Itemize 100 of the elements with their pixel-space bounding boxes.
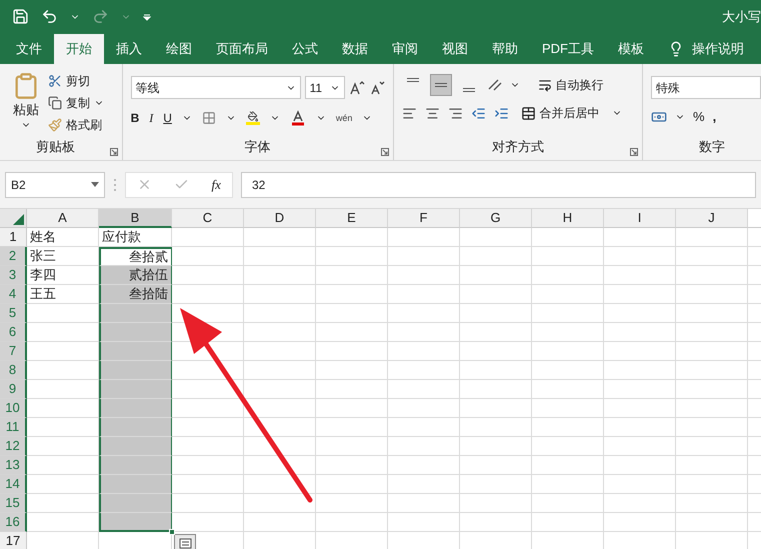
table-cell[interactable]: 张三 bbox=[27, 247, 99, 266]
underline-button[interactable]: U bbox=[163, 109, 172, 127]
table-cell[interactable] bbox=[99, 323, 172, 342]
ribbon-tab[interactable]: 数据 bbox=[330, 34, 380, 64]
lines-icon bbox=[434, 83, 447, 87]
font-name-dropdown[interactable]: 等线 bbox=[130, 76, 301, 99]
ribbon-tab[interactable]: 页面布局 bbox=[204, 34, 280, 64]
table-cell[interactable]: 贰拾伍 bbox=[99, 266, 172, 285]
row-header[interactable]: 15 bbox=[0, 494, 27, 513]
paste-options-icon[interactable] bbox=[174, 534, 196, 549]
align-left-icon[interactable] bbox=[402, 106, 417, 120]
column-header[interactable]: J bbox=[676, 209, 748, 228]
align-right-icon[interactable] bbox=[448, 106, 463, 120]
name-box[interactable]: B2 bbox=[5, 172, 105, 198]
ribbon-tab[interactable]: 文件 bbox=[4, 34, 54, 64]
row-header[interactable]: 4 bbox=[0, 285, 27, 304]
align-center-icon[interactable] bbox=[424, 106, 440, 120]
group-label: 对齐方式 bbox=[492, 138, 544, 156]
column-header[interactable]: I bbox=[604, 209, 676, 228]
insert-function-button[interactable]: fx bbox=[212, 174, 221, 194]
table-cell[interactable] bbox=[99, 304, 172, 323]
row-header[interactable]: 14 bbox=[0, 475, 27, 494]
table-cell[interactable] bbox=[99, 437, 172, 456]
italic-button[interactable]: I bbox=[149, 109, 154, 127]
column-header[interactable]: F bbox=[388, 209, 460, 228]
row-header[interactable]: 9 bbox=[0, 380, 27, 399]
column-header[interactable]: E bbox=[316, 209, 388, 228]
formula-field[interactable]: 32 bbox=[241, 172, 756, 198]
table-cell[interactable] bbox=[99, 418, 172, 437]
paste-button[interactable]: 粘贴 bbox=[12, 72, 40, 134]
ribbon-tab[interactable]: 帮助 bbox=[480, 34, 530, 64]
row-header[interactable]: 16 bbox=[0, 513, 27, 532]
column-header[interactable]: A bbox=[27, 209, 99, 228]
table-cell[interactable]: 叁拾陆 bbox=[99, 285, 172, 304]
table-cell[interactable]: 李四 bbox=[27, 266, 99, 285]
dialog-launcher-icon[interactable] bbox=[630, 148, 638, 156]
merge-center-button[interactable]: 合并后居中 bbox=[520, 104, 622, 122]
ribbon-tab[interactable]: 审阅 bbox=[380, 34, 430, 64]
table-cell[interactable] bbox=[99, 342, 172, 361]
row-header[interactable]: 17 bbox=[0, 532, 27, 549]
row-header[interactable]: 13 bbox=[0, 456, 27, 475]
font-size-dropdown[interactable]: 11 bbox=[304, 76, 345, 99]
select-all-icon[interactable] bbox=[13, 214, 24, 225]
percent-button[interactable]: % bbox=[693, 107, 705, 126]
ribbon-tab[interactable]: 绘图 bbox=[154, 34, 204, 64]
table-cell[interactable] bbox=[99, 475, 172, 494]
column-header[interactable]: B bbox=[99, 209, 172, 228]
number-format-dropdown[interactable]: 特殊 bbox=[651, 76, 761, 99]
copy-button[interactable]: 复制 bbox=[48, 94, 104, 112]
row-header[interactable]: 12 bbox=[0, 437, 27, 456]
save-icon[interactable] bbox=[12, 8, 29, 25]
row-header[interactable]: 11 bbox=[0, 418, 27, 437]
row-header[interactable]: 1 bbox=[0, 228, 27, 247]
font-color-icon[interactable] bbox=[290, 110, 306, 126]
row-header[interactable]: 6 bbox=[0, 323, 27, 342]
customize-icon[interactable] bbox=[143, 12, 151, 20]
table-cell[interactable] bbox=[99, 361, 172, 380]
format-painter-button[interactable]: 格式刷 bbox=[48, 116, 104, 134]
table-cell[interactable] bbox=[99, 380, 172, 399]
tell-me-field[interactable]: 操作说明 bbox=[692, 38, 744, 58]
vertical-align-button[interactable] bbox=[430, 74, 452, 96]
table-cell[interactable]: 姓名 bbox=[27, 228, 99, 247]
dialog-launcher-icon[interactable] bbox=[110, 148, 118, 156]
ribbon-tab[interactable]: PDF工具 bbox=[530, 34, 606, 64]
shrink-font-icon[interactable] bbox=[368, 80, 385, 96]
table-cell[interactable]: 叁拾贰 bbox=[99, 247, 172, 266]
ribbon-tab[interactable]: 视图 bbox=[430, 34, 480, 64]
decrease-indent-icon[interactable] bbox=[470, 106, 486, 120]
column-header[interactable]: H bbox=[532, 209, 604, 228]
ribbon-tab[interactable]: 开始 bbox=[54, 34, 104, 64]
row-header[interactable]: 7 bbox=[0, 342, 27, 361]
group-label: 数字 bbox=[699, 138, 726, 156]
row-header[interactable]: 10 bbox=[0, 399, 27, 418]
table-cell[interactable] bbox=[99, 513, 172, 532]
phonetic-button[interactable]: wén bbox=[336, 114, 352, 122]
comma-button[interactable]: , bbox=[712, 107, 716, 126]
dialog-launcher-icon[interactable] bbox=[380, 148, 389, 156]
ribbon-tab[interactable]: 插入 bbox=[104, 34, 154, 64]
row-header[interactable]: 8 bbox=[0, 361, 27, 380]
bold-button[interactable]: B bbox=[130, 109, 140, 127]
undo-icon[interactable] bbox=[41, 8, 58, 25]
grow-font-icon[interactable] bbox=[348, 80, 365, 96]
ribbon-tab[interactable]: 模板 bbox=[606, 34, 656, 64]
row-header[interactable]: 5 bbox=[0, 304, 27, 323]
table-cell[interactable] bbox=[99, 456, 172, 475]
fill-color-icon[interactable] bbox=[246, 111, 260, 125]
column-header[interactable]: C bbox=[172, 209, 244, 228]
wrap-text-button[interactable]: 自动换行 bbox=[538, 76, 604, 94]
table-cell[interactable] bbox=[99, 494, 172, 513]
borders-icon[interactable] bbox=[202, 111, 216, 125]
cut-button[interactable]: 剪切 bbox=[48, 72, 104, 90]
ribbon-tab[interactable]: 公式 bbox=[280, 34, 330, 64]
table-cell[interactable]: 应付款 bbox=[99, 228, 172, 247]
row-header[interactable]: 2 bbox=[0, 247, 27, 266]
increase-indent-icon[interactable] bbox=[494, 106, 509, 120]
table-cell[interactable]: 王五 bbox=[27, 285, 99, 304]
column-header[interactable]: D bbox=[244, 209, 316, 228]
column-header[interactable]: G bbox=[460, 209, 532, 228]
table-cell[interactable] bbox=[99, 399, 172, 418]
row-header[interactable]: 3 bbox=[0, 266, 27, 285]
